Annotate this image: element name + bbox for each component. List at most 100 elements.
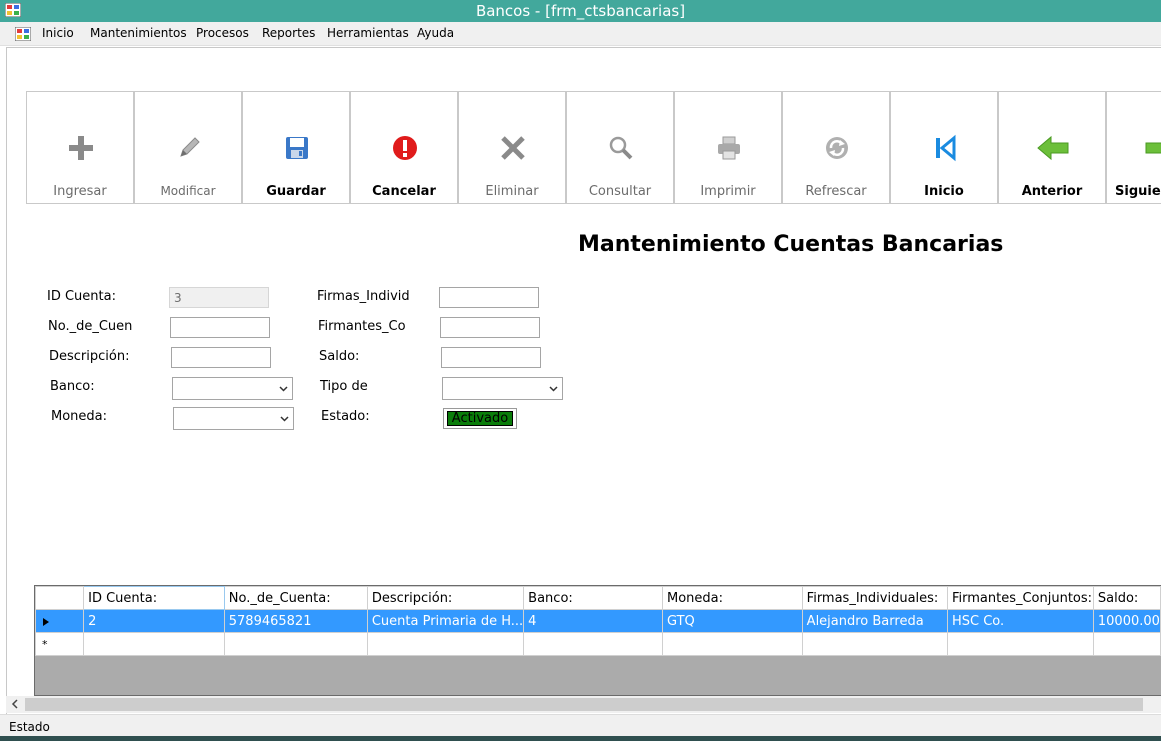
banco-select[interactable] (172, 377, 293, 400)
id-cuenta-label: ID Cuenta: (47, 289, 116, 304)
column-header-descripcion[interactable]: Descripción: (366, 586, 525, 610)
menu-bar: Inicio Mantenimientos Procesos Reportes … (0, 22, 1161, 46)
row-header[interactable] (35, 609, 85, 633)
first-record-icon (936, 134, 956, 162)
menu-reportes[interactable]: Reportes (262, 26, 315, 40)
column-header-no-cuenta[interactable]: No._de_Cuenta: (223, 586, 368, 610)
modificar-button[interactable]: Modificar (134, 91, 242, 204)
status-text: Estado (9, 720, 50, 734)
cancelar-label: Cancelar (372, 184, 436, 199)
saldo-label: Saldo: (319, 349, 360, 364)
toolbar: Ingresar Modificar Guardar Cancelar Elim… (26, 91, 1161, 204)
tipo-select[interactable] (442, 377, 563, 400)
column-header-banco[interactable]: Banco: (523, 586, 663, 610)
cell-firmantes-conjuntos[interactable]: HSC Co. (946, 609, 1094, 633)
chevron-down-icon (549, 386, 558, 392)
consultar-label: Consultar (588, 184, 652, 199)
inicio-label: Inicio (924, 184, 964, 199)
guardar-button[interactable]: Guardar (242, 91, 350, 204)
moneda-select[interactable] (173, 407, 294, 430)
pencil-icon (180, 137, 200, 157)
magnifier-icon (609, 136, 633, 160)
eliminar-button[interactable]: Eliminar (458, 91, 566, 204)
refrescar-label: Refrescar (805, 184, 867, 199)
anterior-label: Anterior (1021, 184, 1083, 199)
save-icon (286, 137, 308, 159)
refrescar-button[interactable]: Refrescar (782, 91, 890, 204)
current-row-icon (43, 618, 49, 626)
table-row[interactable]: 2 5789465821 Cuenta Primaria de H... 4 G… (35, 609, 1161, 633)
guardar-label: Guardar (266, 184, 326, 199)
ingresar-label: Ingresar (53, 184, 107, 199)
data-grid[interactable]: ID Cuenta: No._de_Cuenta: Descripción: B… (34, 585, 1161, 696)
cell-descripcion[interactable]: Cuenta Primaria de H... (366, 609, 525, 633)
new-row-cell[interactable] (83, 632, 225, 656)
cell-moneda[interactable]: GTQ (662, 609, 803, 633)
menu-ayuda[interactable]: Ayuda (417, 26, 454, 40)
column-header-firmas-individuales[interactable]: Firmas_Individuales: (801, 586, 948, 610)
refresh-icon (826, 137, 848, 159)
taskbar-strip (0, 736, 1161, 741)
form-title: Mantenimiento Cuentas Bancarias (578, 232, 1004, 257)
horizontal-scrollbar[interactable] (6, 696, 1161, 713)
grid-corner (35, 586, 85, 610)
inicio-button[interactable]: Inicio (890, 91, 998, 204)
ingresar-button[interactable]: Ingresar (26, 91, 134, 204)
tipo-label: Tipo de (320, 379, 368, 394)
new-row[interactable]: * (35, 632, 1161, 656)
saldo-field[interactable] (441, 347, 541, 368)
chevron-down-icon (279, 386, 288, 392)
chevron-down-icon (280, 416, 289, 422)
scrollbar-thumb[interactable] (25, 698, 1143, 711)
delete-x-icon (501, 136, 525, 160)
no-cuenta-label: No._de_Cuen (48, 319, 133, 334)
cell-no-cuenta[interactable]: 5789465821 (223, 609, 368, 633)
anterior-button[interactable]: Anterior (998, 91, 1106, 204)
eliminar-label: Eliminar (485, 184, 539, 199)
menu-procesos[interactable]: Procesos (196, 26, 249, 40)
new-row-cell[interactable] (662, 632, 803, 656)
title-bar: Bancos - [frm_ctsbancarias] (0, 0, 1161, 22)
grid-header-row: ID Cuenta: No._de_Cuenta: Descripción: B… (35, 586, 1161, 610)
descripcion-label: Descripción: (49, 349, 130, 364)
new-row-marker[interactable]: * (35, 632, 85, 656)
banco-label: Banco: (50, 379, 95, 394)
no-cuenta-field[interactable] (170, 317, 270, 338)
imprimir-button[interactable]: Imprimir (674, 91, 782, 204)
imprimir-label: Imprimir (700, 184, 756, 199)
scroll-left-icon[interactable] (11, 699, 19, 709)
new-row-cell[interactable] (946, 632, 1094, 656)
consultar-button[interactable]: Consultar (566, 91, 674, 204)
new-row-cell[interactable] (523, 632, 663, 656)
firmas-individuales-label: Firmas_Individ (317, 289, 410, 304)
cell-id-cuenta[interactable]: 2 (83, 609, 225, 633)
alert-icon (393, 136, 417, 160)
firmas-individuales-field[interactable] (439, 287, 539, 308)
mdi-child-icon[interactable] (15, 27, 31, 41)
status-bar: Estado (0, 714, 1161, 736)
id-cuenta-field[interactable]: 3 (169, 287, 269, 308)
cancelar-button[interactable]: Cancelar (350, 91, 458, 204)
menu-inicio[interactable]: Inicio (42, 26, 74, 40)
estado-field[interactable]: Activado (443, 408, 517, 429)
new-row-cell[interactable] (223, 632, 368, 656)
new-row-cell[interactable] (801, 632, 948, 656)
siguiente-label: Siguiente (1115, 184, 1161, 199)
descripcion-field[interactable] (171, 347, 271, 368)
column-header-id-cuenta[interactable]: ID Cuenta: (83, 586, 225, 610)
arrow-right-icon (1145, 142, 1161, 154)
new-row-cell[interactable] (366, 632, 525, 656)
plus-icon (69, 136, 93, 160)
cell-saldo[interactable]: 10000.00 (1092, 609, 1161, 633)
column-header-moneda[interactable]: Moneda: (662, 586, 803, 610)
cell-firmas-individuales[interactable]: Alejandro Barreda (801, 609, 948, 633)
column-header-firmantes-conjuntos[interactable]: Firmantes_Conjuntos: (946, 586, 1094, 610)
menu-herramientas[interactable]: Herramientas (327, 26, 409, 40)
column-header-saldo[interactable]: Saldo: (1092, 586, 1161, 610)
menu-mantenimientos[interactable]: Mantenimientos (90, 26, 187, 40)
cell-banco[interactable]: 4 (523, 609, 663, 633)
firmantes-conjuntos-field[interactable] (440, 317, 540, 338)
siguiente-button[interactable]: Siguiente (1106, 91, 1161, 204)
estado-label: Estado: (321, 409, 370, 424)
new-row-cell[interactable] (1092, 632, 1161, 656)
